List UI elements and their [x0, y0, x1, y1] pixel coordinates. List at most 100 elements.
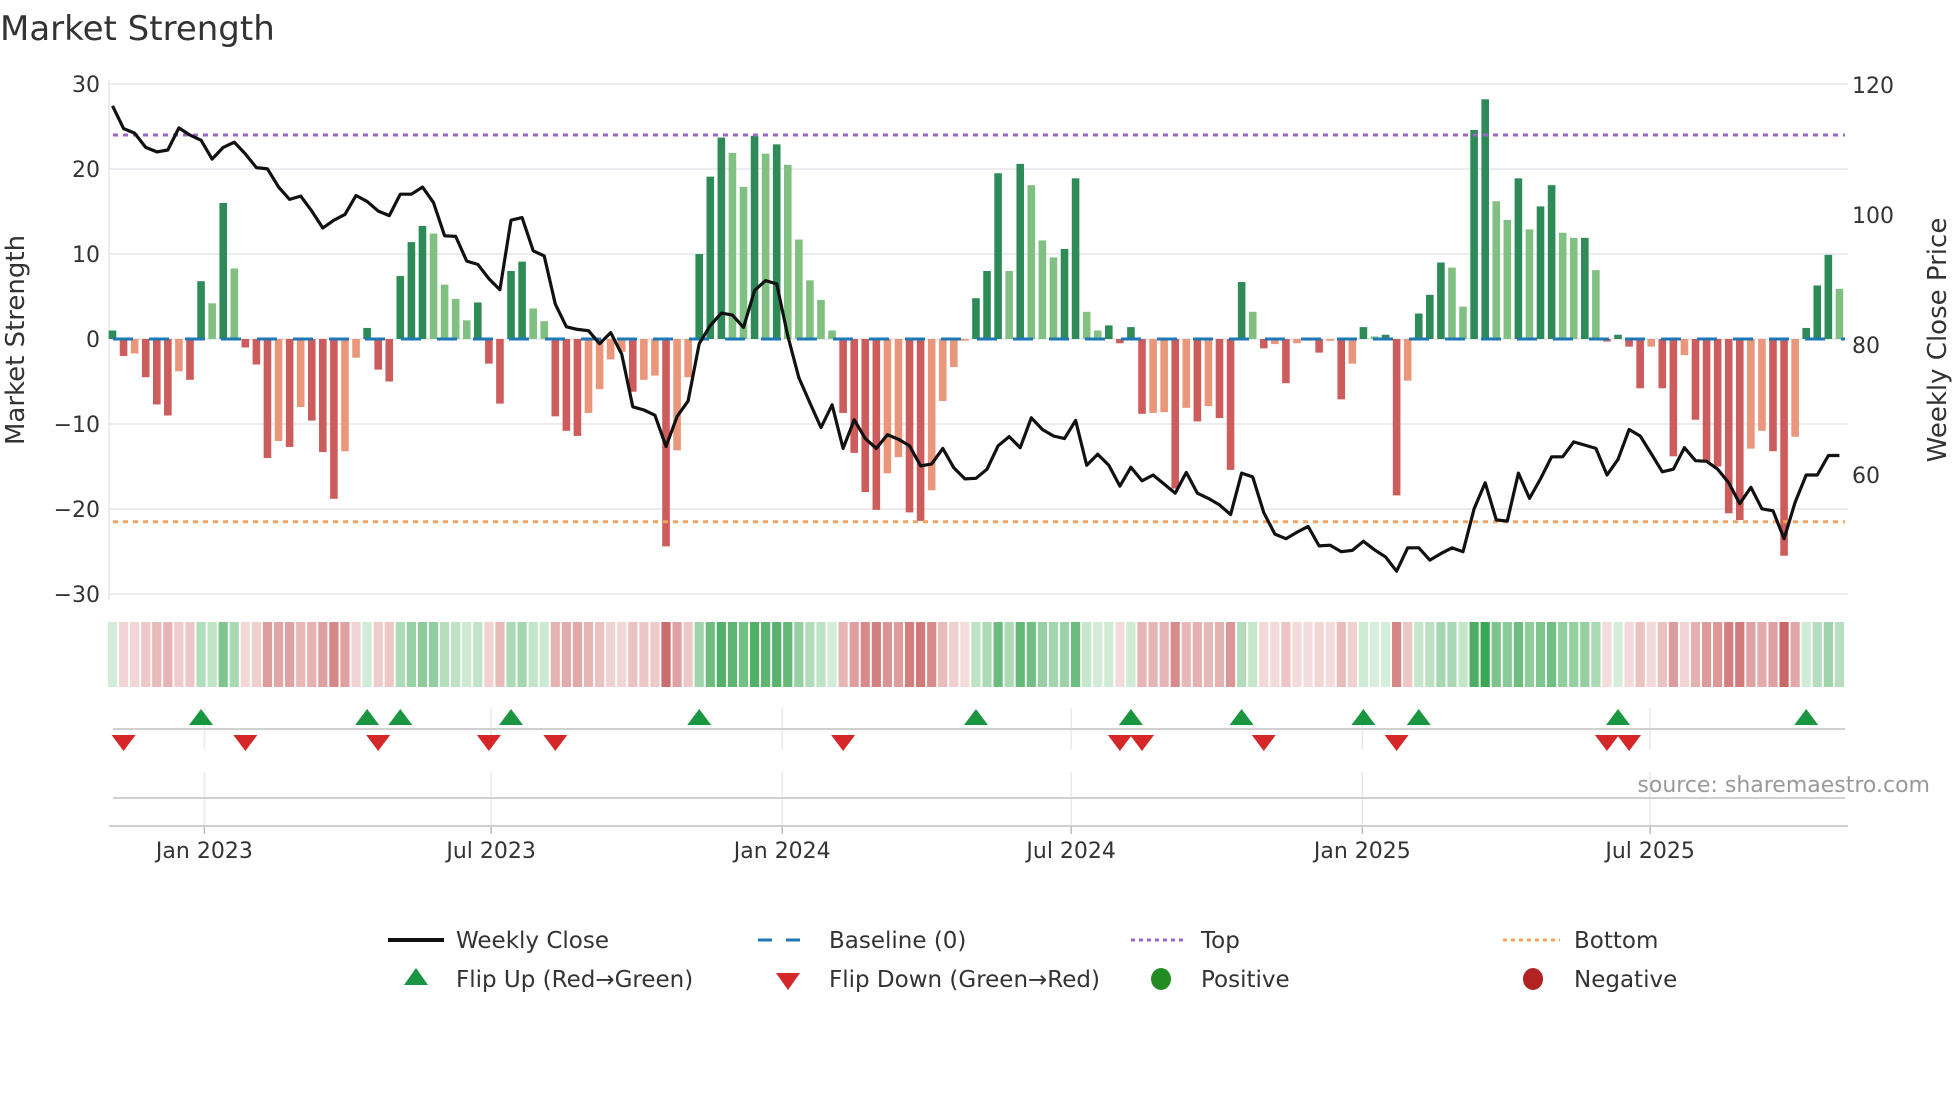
heat-cell [1624, 622, 1634, 687]
flip-up-marker [355, 709, 380, 725]
strength-bar [983, 271, 991, 339]
heat-cell [1690, 622, 1701, 687]
heat-cell [1602, 622, 1612, 687]
heat-cell [1580, 622, 1590, 687]
axes: 3020100−10−20−301201008060Jan 2023 Jul 20… [54, 73, 1894, 864]
heat-cell [927, 622, 937, 687]
heat-cell [871, 622, 881, 687]
strength-bar [1547, 185, 1556, 339]
heat-cell [218, 622, 228, 687]
flip-up-marker [1229, 709, 1254, 725]
heat-cell [174, 622, 184, 687]
heat-cell [1259, 622, 1269, 687]
strength-bar [1348, 339, 1357, 364]
strength-bar [573, 339, 582, 436]
heat-cell [1314, 622, 1324, 687]
strength-bar [230, 268, 239, 339]
strength-bar [274, 339, 283, 441]
heat-cell [1248, 622, 1258, 687]
heat-cell [583, 622, 594, 687]
strength-bar [407, 242, 416, 339]
heat-cell [163, 622, 173, 687]
strength-bar [141, 339, 150, 378]
strength-bar [252, 339, 261, 365]
heat-cell [1281, 622, 1291, 687]
heat-cell [561, 622, 571, 687]
strength-bar [1060, 248, 1069, 339]
heat-cell [240, 622, 250, 687]
flip-up-marker [1794, 709, 1819, 725]
strength-bar [1802, 327, 1811, 339]
flip-down-marker [1107, 735, 1132, 751]
strength-bar [330, 339, 338, 499]
heat-cell [1535, 622, 1546, 687]
heat-cell [1768, 622, 1778, 687]
heat-cell [1292, 622, 1302, 687]
heat-cell [1491, 622, 1501, 687]
strength-bar [462, 320, 471, 339]
strength-bar [728, 152, 737, 339]
strength-bar [1160, 339, 1168, 413]
heat-cell [528, 622, 538, 687]
heat-cell [351, 622, 361, 687]
legend-item-flip-down: Flip Down (Green→Red) [776, 967, 1100, 993]
strength-bar [152, 339, 161, 405]
heat-cell [794, 622, 804, 687]
heat-cell [1823, 622, 1833, 687]
heat-cell [1392, 622, 1402, 687]
y2-tick-label: 60 [1852, 464, 1880, 489]
strength-bar [352, 339, 360, 358]
heat-cell [1104, 622, 1114, 687]
strength-bar [119, 339, 128, 356]
strength-bar [772, 144, 781, 339]
strength-bar [296, 339, 305, 407]
heat-cell [506, 622, 516, 687]
heat-cell [1502, 622, 1512, 687]
strength-bar [972, 298, 980, 339]
strength-bar [1448, 267, 1456, 339]
strength-bar [1138, 339, 1146, 414]
heat-cell [1834, 622, 1845, 687]
flip-down-marker [476, 735, 501, 751]
triangle-up-icon [404, 968, 428, 985]
strength-bar [363, 327, 371, 339]
heat-cell [1757, 622, 1767, 687]
flip-down-marker [1594, 735, 1619, 751]
strength-bar [1758, 339, 1766, 431]
strength-bar [750, 135, 759, 339]
strength-bar [429, 233, 438, 339]
heat-cell [141, 622, 151, 687]
x-tick-label: Jan 2024 [732, 839, 831, 864]
heat-cell [1026, 622, 1036, 687]
strength-bar [208, 303, 216, 339]
heat-cell [816, 622, 826, 687]
strength-bar [1193, 339, 1202, 422]
heat-cell [1414, 622, 1424, 687]
strength-bar [307, 339, 316, 421]
heat-cell [761, 622, 771, 687]
heat-cell [1082, 622, 1092, 687]
strength-bar [1171, 339, 1180, 489]
heat-cell [1425, 622, 1435, 687]
heat-cell [1336, 622, 1346, 687]
heat-cell [838, 622, 848, 687]
heat-cell [1004, 622, 1014, 687]
heat-cell [296, 622, 306, 687]
legend-item-bottom: Bottom [1503, 928, 1658, 954]
strength-bar [440, 284, 449, 339]
strength-bar [529, 308, 537, 339]
heat-cell [971, 622, 981, 687]
flip-up-marker [1406, 709, 1431, 725]
legend: Weekly Close Baseline (0) Top Bottom Fli… [388, 928, 1677, 993]
flip-up-marker [1351, 709, 1376, 725]
legend-item-negative: Negative [1523, 967, 1677, 993]
heat-cell [572, 622, 583, 687]
heat-cell [118, 622, 129, 687]
strength-bar [1403, 339, 1412, 381]
y-tick-label: −30 [54, 583, 100, 608]
strength-bar [219, 203, 227, 339]
heat-cell [373, 622, 383, 687]
strength-bar [485, 339, 493, 364]
strength-bar [1326, 339, 1334, 341]
strength-bar [950, 339, 958, 368]
